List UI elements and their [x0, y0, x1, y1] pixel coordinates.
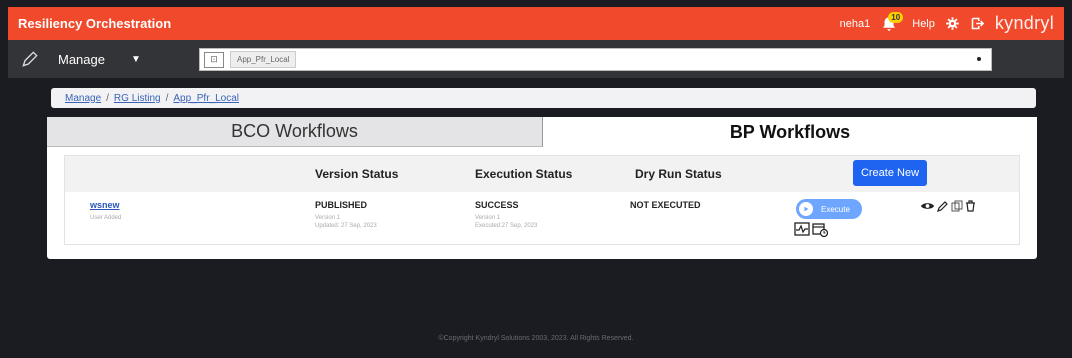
col-version-status: Version Status	[315, 167, 399, 181]
gear-icon[interactable]	[945, 16, 960, 31]
version-cell: PUBLISHED Version 1 Updated: 27 Sep, 202…	[315, 200, 377, 230]
col-execution-status: Execution Status	[475, 167, 573, 181]
breadcrumb-manage[interactable]: Manage	[65, 93, 101, 104]
execution-date: Executed:27 Sep, 2023	[475, 223, 538, 229]
app-icon: ⊡	[204, 51, 224, 68]
col-dry-run-status: Dry Run Status	[635, 167, 722, 181]
execute-label: Execute	[821, 204, 850, 214]
notifications-button[interactable]: 10	[880, 11, 904, 36]
notification-badge: 10	[888, 11, 904, 23]
activity-monitor-icon[interactable]	[794, 222, 810, 237]
breadcrumb: Manage / RG Listing / App_Pfr_Local	[51, 88, 1036, 108]
execute-button[interactable]: Execute	[796, 199, 862, 219]
row-actions	[920, 200, 976, 212]
tab-bp-workflows[interactable]: BP Workflows	[542, 117, 1037, 147]
copy-icon[interactable]	[951, 200, 963, 212]
execution-version: Version 1	[475, 215, 501, 221]
footer-copyright: ©Copyright Kyndryl Solutions 2003, 2023.…	[438, 335, 634, 342]
bell-icon	[880, 16, 898, 36]
trash-icon[interactable]	[965, 200, 976, 212]
create-new-button[interactable]: Create New	[853, 160, 927, 186]
tab-bco-workflows[interactable]: BCO Workflows	[47, 117, 542, 147]
dry-run-status: NOT EXECUTED	[630, 200, 701, 210]
dropdown-indicator[interactable]	[977, 57, 981, 61]
pencil-icon[interactable]	[20, 49, 40, 69]
brand-logo: kyndryl	[994, 13, 1054, 33]
row-secondary-actions	[794, 222, 828, 237]
edit-icon[interactable]	[937, 200, 949, 212]
workflow-name-link[interactable]: wsnew	[90, 200, 121, 210]
workflow-added-by: User Added	[90, 215, 122, 221]
version-status: PUBLISHED	[315, 200, 368, 210]
context-bar: Manage ▼ ⊡ App_Pfr_Local	[8, 40, 1064, 78]
schedule-calendar-icon[interactable]	[812, 222, 828, 237]
dry-run-cell: NOT EXECUTED	[630, 200, 701, 210]
play-icon	[799, 202, 813, 216]
context-value: App_Pfr_Local	[230, 51, 297, 68]
workflow-cell: wsnew User Added	[90, 200, 121, 222]
header-actions: neha1 10 Help kyndryl	[840, 11, 1054, 36]
logout-icon[interactable]	[970, 16, 985, 31]
workflows-panel: BCO Workflows BP Workflows Version Statu…	[47, 117, 1037, 259]
caret-down-icon[interactable]: ▼	[131, 54, 141, 65]
execution-status: SUCCESS	[475, 200, 519, 210]
breadcrumb-separator: /	[165, 92, 169, 104]
workflow-table: Version Status Execution Status Dry Run …	[64, 155, 1020, 245]
eye-icon[interactable]	[920, 200, 935, 212]
version-updated: Updated: 27 Sep, 2023	[315, 223, 377, 229]
app-title: Resiliency Orchestration	[18, 16, 172, 31]
table-header: Version Status Execution Status Dry Run …	[65, 156, 1019, 192]
breadcrumb-app[interactable]: App_Pfr_Local	[173, 93, 239, 104]
user-name[interactable]: neha1	[840, 18, 871, 30]
help-link[interactable]: Help	[912, 18, 935, 30]
top-header: Resiliency Orchestration neha1 10 Help k…	[8, 7, 1064, 40]
execution-cell: SUCCESS Version 1 Executed:27 Sep, 2023	[475, 200, 537, 230]
manage-menu[interactable]: Manage	[58, 52, 105, 67]
breadcrumb-separator: /	[106, 92, 109, 104]
version-number: Version 1	[315, 215, 341, 221]
table-row: wsnew User Added PUBLISHED Version 1 Upd…	[65, 192, 1019, 244]
breadcrumb-rg-listing[interactable]: RG Listing	[114, 93, 161, 104]
context-select[interactable]: ⊡ App_Pfr_Local	[199, 48, 992, 71]
